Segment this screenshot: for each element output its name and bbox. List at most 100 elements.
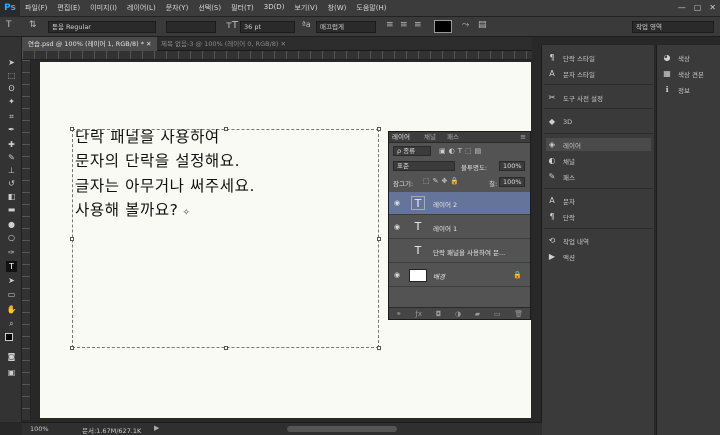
menu-item[interactable]: 창(W) [323, 3, 352, 13]
zoom-tool-icon[interactable]: ⌕ [6, 318, 17, 329]
eye-icon[interactable]: ◉ [394, 271, 400, 279]
dock-paragraph-style[interactable]: ¶ 단락 스타일 [546, 51, 595, 64]
warp-text-icon[interactable]: ⤳ [462, 20, 469, 30]
font-style-select[interactable] [166, 21, 216, 33]
layer-row[interactable]: ◉ T 레이어 2 [389, 192, 530, 215]
workspace-select[interactable]: 작업 영역 [632, 21, 714, 33]
eye-hidden-icon[interactable]: ▢ [394, 247, 401, 255]
resize-handle[interactable] [70, 346, 74, 350]
pen-tool-icon[interactable]: ✑ [6, 247, 17, 258]
layer-row[interactable]: ▢ T 단락 패널을 사용하여 문... [389, 240, 530, 263]
resize-handle[interactable] [377, 127, 381, 131]
brush-tool-icon[interactable]: ✎ [6, 152, 17, 163]
maximize-button[interactable]: ▢ [694, 3, 702, 12]
dock-character-style[interactable]: A 문자 스타일 [546, 67, 595, 80]
filter-icons[interactable]: ▣◐T⬚▤ [439, 147, 484, 155]
shape-tool-icon[interactable]: ▭ [6, 289, 17, 300]
opacity-input[interactable]: 100% [499, 161, 525, 171]
dock-character[interactable]: A 문자 [546, 194, 575, 207]
quick-mask-icon[interactable]: ◙ [6, 351, 17, 362]
screen-mode-icon[interactable]: ▣ [6, 367, 17, 378]
menu-item[interactable]: 레이어(L) [122, 3, 161, 13]
character-panel-icon[interactable]: ▤ [478, 20, 487, 30]
type-tool-icon[interactable]: T [6, 261, 17, 272]
folder-icon[interactable]: ▰ [475, 310, 480, 318]
menu-item[interactable]: 보기(V) [289, 3, 322, 13]
menu-item[interactable]: 3D(D) [259, 3, 290, 13]
healing-brush-tool-icon[interactable]: ✚ [6, 139, 17, 150]
dodge-tool-icon[interactable]: ○ [6, 232, 17, 243]
eye-icon[interactable]: ◉ [394, 223, 400, 231]
resize-handle[interactable] [224, 346, 228, 350]
close-button[interactable]: ✕ [709, 3, 716, 12]
gradient-tool-icon[interactable]: ▬ [6, 204, 17, 215]
dock-channels[interactable]: ◐ 채널 [546, 154, 575, 167]
path-selection-tool-icon[interactable]: ➤ [6, 275, 17, 286]
marquee-tool-icon[interactable]: ⬚ [6, 70, 17, 81]
dock-paths[interactable]: ✎ 패스 [546, 170, 575, 183]
zoom-level[interactable]: 100% [30, 425, 49, 433]
antialias-select[interactable]: 매끄럽게 [316, 21, 376, 33]
tab-paths[interactable]: 패스 [447, 132, 459, 143]
tab-document-1[interactable]: 연습.psd @ 100% (레이어 1, RGB/8) * ✕ [22, 37, 158, 51]
dock-layers[interactable]: ◈ 레이어 [546, 138, 651, 151]
tab-layers[interactable]: 레이어 [392, 132, 410, 143]
resize-handle[interactable] [70, 127, 74, 131]
magic-wand-tool-icon[interactable]: ✦ [6, 96, 17, 107]
trash-icon[interactable]: 🗑 [514, 310, 523, 318]
crop-tool-icon[interactable]: ⌗ [6, 111, 17, 122]
menu-item[interactable]: 문자(Y) [161, 3, 194, 13]
eraser-tool-icon[interactable]: ◧ [6, 191, 17, 202]
text-color-swatch[interactable] [434, 20, 452, 33]
hand-tool-icon[interactable]: ✋ [6, 304, 17, 315]
new-layer-icon[interactable]: ▭ [494, 310, 501, 318]
align-center-icon[interactable]: ≡ [400, 20, 408, 30]
font-size-select[interactable]: 36 pt [240, 21, 295, 33]
layer-filter-select[interactable]: ρ 종류 [393, 146, 431, 156]
menu-item[interactable]: 이미지(I) [85, 3, 122, 13]
clone-stamp-tool-icon[interactable]: ⊥ [6, 165, 17, 176]
move-tool-icon[interactable]: ➤ [6, 57, 17, 68]
eyedropper-tool-icon[interactable]: ✒ [6, 124, 17, 135]
menu-item[interactable]: 선택(S) [193, 3, 226, 13]
minimize-button[interactable]: — [678, 3, 686, 12]
dock-3d[interactable]: ◆ 3D [546, 115, 572, 128]
dock-info[interactable]: ℹ 정보 [661, 83, 690, 96]
blur-tool-icon[interactable]: ● [6, 219, 17, 230]
fx-icon[interactable]: ƒx [415, 310, 422, 318]
resize-handle[interactable] [377, 237, 381, 241]
status-arrow-icon[interactable]: ▶ [154, 424, 159, 432]
lasso-tool-icon[interactable]: ʘ [6, 83, 17, 94]
dock-actions[interactable]: ▶ 액션 [546, 250, 575, 263]
menu-item[interactable]: 필터(T) [226, 3, 259, 13]
toggle-orientation-icon[interactable]: ⇅ [29, 20, 37, 30]
resize-handle[interactable] [377, 346, 381, 350]
lock-icons[interactable]: ⬚✎✥🔒 [423, 177, 462, 185]
menu-item[interactable]: 파일(F) [20, 3, 52, 13]
foreground-color-swatch[interactable] [5, 333, 13, 341]
type-tool-icon[interactable]: T [6, 20, 12, 30]
font-family-select[interactable]: 돋움 Regular [48, 21, 156, 33]
link-icon[interactable]: ⚭ [396, 310, 402, 318]
layer-row[interactable]: ◉ T 레이어 1 [389, 216, 530, 239]
menu-item[interactable]: 도움말(H) [351, 3, 391, 13]
mask-icon[interactable]: ◘ [436, 310, 442, 318]
eye-icon[interactable]: ◉ [394, 199, 400, 207]
dock-color[interactable]: ◕ 색상 [661, 51, 690, 64]
layer-row[interactable]: ◉ 배경 🔒 [389, 264, 530, 287]
align-left-icon[interactable]: ≡ [386, 20, 394, 30]
blend-mode-select[interactable]: 표준 [393, 161, 455, 171]
fill-input[interactable]: 100% [499, 177, 525, 187]
panel-menu-icon[interactable]: ≡ [520, 132, 526, 143]
tab-document-2[interactable]: 제목 없음-3 @ 100% (레이어 0, RGB/8) ✕ [155, 37, 292, 51]
dock-tool-presets[interactable]: ✂ 도구 사전 설정 [546, 91, 603, 104]
dock-history[interactable]: ⟲ 작업 내역 [546, 234, 589, 247]
adjustment-icon[interactable]: ◑ [455, 310, 461, 318]
align-right-icon[interactable]: ≡ [414, 20, 422, 30]
history-brush-tool-icon[interactable]: ↺ [6, 178, 17, 189]
horizontal-scrollbar[interactable] [287, 426, 397, 432]
tab-channels[interactable]: 채널 [424, 132, 436, 143]
resize-handle[interactable] [70, 237, 74, 241]
menu-item[interactable]: 편집(E) [52, 3, 85, 13]
dock-paragraph[interactable]: ¶ 단락 [546, 210, 575, 223]
